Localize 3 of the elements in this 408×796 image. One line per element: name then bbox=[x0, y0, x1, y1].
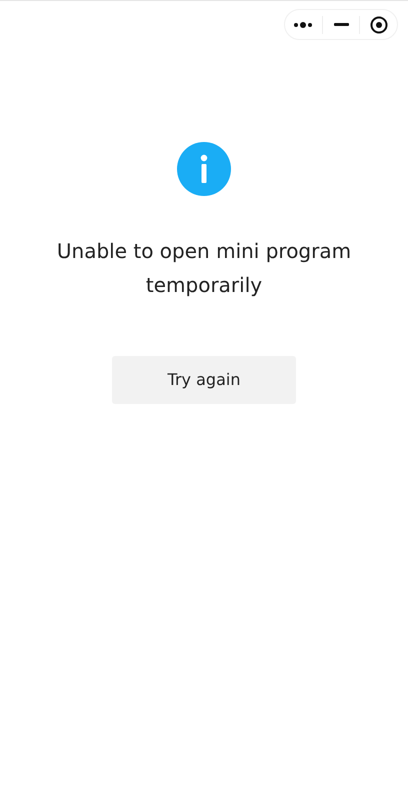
error-message: Unable to open mini program temporarily bbox=[56, 238, 352, 299]
try-again-button[interactable]: Try again bbox=[112, 356, 296, 404]
info-icon bbox=[177, 142, 231, 196]
